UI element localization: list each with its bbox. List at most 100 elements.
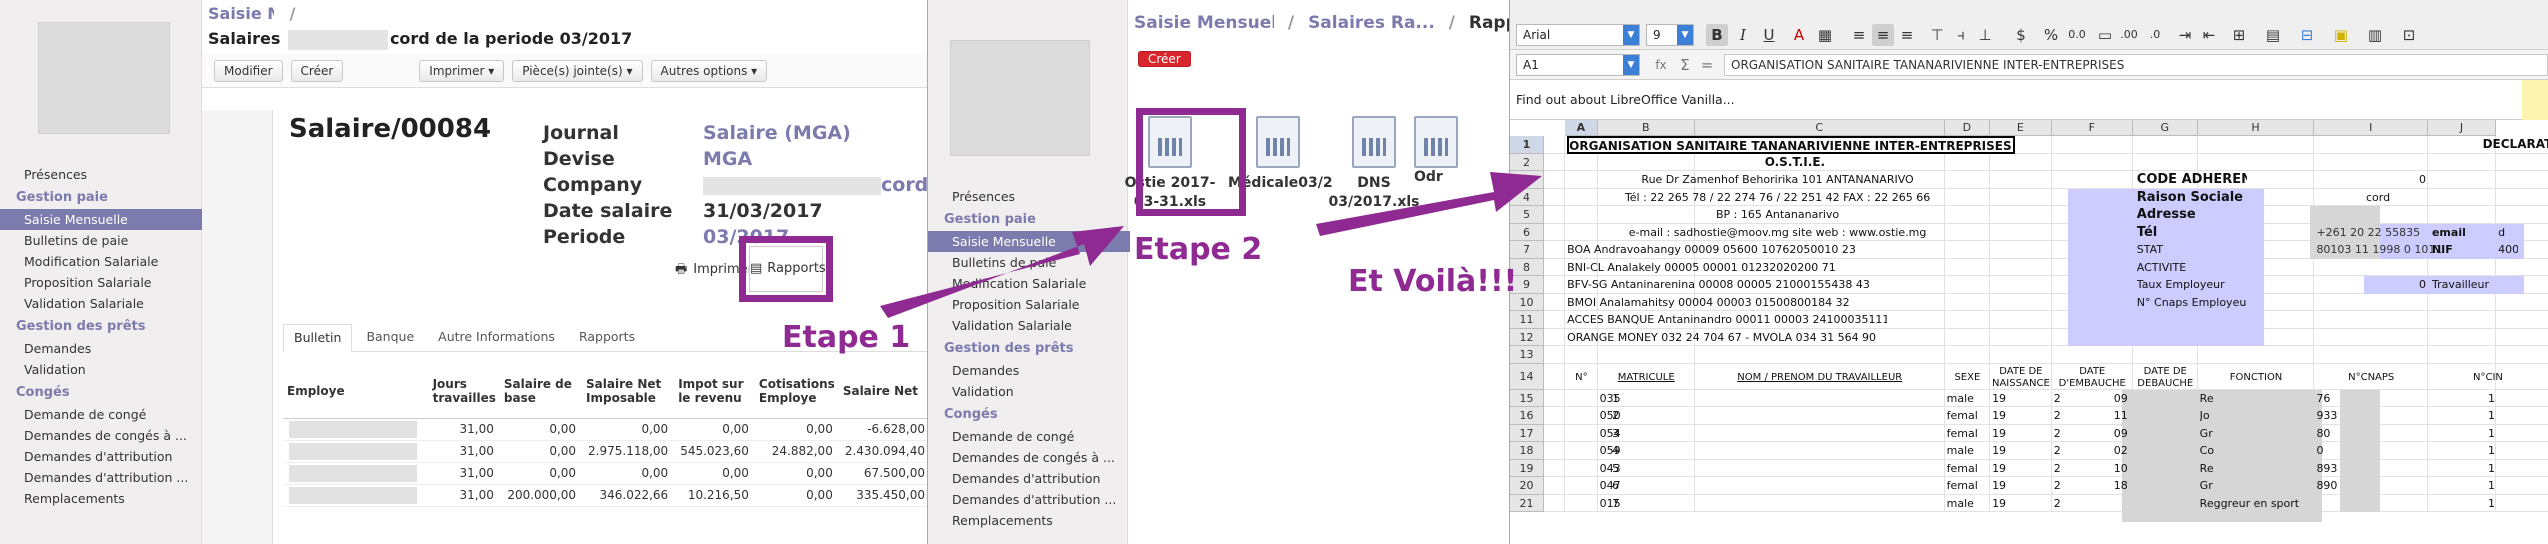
- cell-stat[interactable]: 80103 11 1998 0 10113: [2316, 241, 2444, 259]
- cell-naissance[interactable]: 19: [1992, 477, 2012, 495]
- info-bar-text[interactable]: Find out about LibreOffice Vanilla...: [1516, 92, 1735, 107]
- column-header-e[interactable]: E: [1990, 120, 2052, 136]
- cell-label-0[interactable]: CODE ADHERENT: [2137, 171, 2247, 189]
- sidebar-item-modification-salariale[interactable]: Modification Salariale: [928, 273, 1130, 294]
- align-right-icon[interactable]: ≡: [1896, 24, 1918, 46]
- cell-bank-0[interactable]: BOA Andravoahangy 00009 05600 1076205001…: [1567, 241, 1887, 259]
- border-style-icon[interactable]: ▤: [2262, 24, 2284, 46]
- cell-embauche-suffix[interactable]: [2114, 495, 2134, 513]
- cell-bank-4[interactable]: ACCES BANQUE Antaninandro 00011 00003 24…: [1567, 311, 1887, 329]
- cell-cin[interactable]: 1: [2488, 495, 2508, 513]
- chevron-down-icon[interactable]: ▼: [1623, 25, 1639, 45]
- table-header-7[interactable]: FONCTION: [2198, 365, 2315, 391]
- sidebar-item-demandes-d-attribution[interactable]: Demandes d'attribution ...: [928, 489, 1130, 510]
- sidebar-item-modification-salariale[interactable]: Modification Salariale: [0, 251, 202, 272]
- sidebar-item-saisie-mensuelle[interactable]: Saisie Mensuelle: [928, 231, 1130, 252]
- sidebar-item-bulletins-de-paie[interactable]: Bulletins de paie: [928, 252, 1130, 273]
- cell-address[interactable]: Rue Dr Zamenhof Behoririka 101 ANTANANAR…: [1618, 171, 1938, 189]
- cell-embauche[interactable]: 2: [2054, 425, 2066, 443]
- table-header-0[interactable]: N°: [1565, 365, 1597, 391]
- value-journal[interactable]: Salaire (MGA): [703, 120, 927, 146]
- function-wizard-icon[interactable]: fx: [1650, 54, 1672, 76]
- standard-format-icon[interactable]: ▭: [2094, 24, 2116, 46]
- cell-fonction[interactable]: Gr: [2200, 477, 2224, 495]
- cell-embauche[interactable]: 2: [2054, 477, 2066, 495]
- highlight-color-icon[interactable]: ▦: [1814, 24, 1836, 46]
- cell-embauche[interactable]: 2: [2054, 407, 2066, 425]
- row-header-4[interactable]: 4: [1510, 188, 1544, 206]
- cell-label-6[interactable]: Taux Employeur: [2137, 276, 2247, 294]
- sidebar-item-pr-sences[interactable]: Présences: [928, 186, 1130, 207]
- cell-cnaps[interactable]: 80: [2316, 425, 2346, 443]
- background-color-icon[interactable]: ▣: [2330, 24, 2352, 46]
- table-header-1[interactable]: MATRICULE: [1598, 365, 1695, 391]
- row-header-16[interactable]: 16: [1510, 407, 1544, 425]
- cell-cnaps[interactable]: 0: [2316, 442, 2346, 460]
- sidebar-item-remplacements[interactable]: Remplacements: [0, 488, 202, 509]
- table-row[interactable]: 31,00 0,00 2.975.118,00 545.023,60 24.882,00…: [283, 440, 927, 463]
- cell-fonction[interactable]: Re: [2200, 390, 2224, 408]
- cell-a1-title[interactable]: ORGANISATION SANITAIRE TANANARIVIENNE IN…: [1567, 136, 2016, 154]
- column-header-f[interactable]: F: [2051, 120, 2133, 136]
- row-header-7[interactable]: 7: [1510, 241, 1544, 259]
- formula-icon[interactable]: =: [1696, 54, 1718, 76]
- align-top-icon[interactable]: ⊤: [1926, 24, 1948, 46]
- column-header-d[interactable]: D: [1944, 120, 1991, 136]
- cell-naissance[interactable]: 19: [1992, 460, 2012, 478]
- cell-embauche[interactable]: 2: [2054, 495, 2066, 513]
- row-header-13[interactable]: 13: [1510, 346, 1544, 364]
- cell-label-3[interactable]: Tél: [2137, 224, 2247, 242]
- sidebar-item-proposition-salariale[interactable]: Proposition Salariale: [0, 272, 202, 293]
- tab-banque[interactable]: Banque: [356, 324, 424, 351]
- column-header-j[interactable]: J: [2427, 120, 2497, 136]
- row-header-12[interactable]: 12: [1510, 328, 1544, 346]
- borders-icon[interactable]: ⊞: [2228, 24, 2250, 46]
- sidebar-item-demande-de-cong[interactable]: Demande de congé: [0, 404, 202, 425]
- breadcrumb-salaires[interactable]: Salaires Ra...: [1308, 13, 1435, 33]
- cell-raison-sociale[interactable]: cord: [2366, 189, 2406, 207]
- cell-embauche[interactable]: 2: [2054, 460, 2066, 478]
- pieces-jointes-dropdown[interactable]: Pièce(s) jointe(s) ▾: [512, 59, 643, 82]
- bold-icon[interactable]: B: [1706, 24, 1728, 46]
- sidebar-item-demandes-d-attribution[interactable]: Demandes d'attribution: [0, 446, 202, 467]
- row-header-15[interactable]: 15: [1510, 389, 1544, 407]
- cell-nif-value[interactable]: 4000: [2498, 241, 2518, 259]
- cell-taux[interactable]: 0: [2414, 276, 2426, 294]
- employee-cell[interactable]: [283, 484, 429, 507]
- cell-bank-5[interactable]: ORANGE MONEY 032 24 704 67 - MVOLA 034 3…: [1567, 329, 1887, 347]
- tab-autre-informations[interactable]: Autre Informations: [428, 324, 565, 351]
- add-decimal-icon[interactable]: .00: [2118, 24, 2140, 46]
- tab-rapports[interactable]: Rapports: [569, 324, 645, 351]
- creer-button[interactable]: Créer: [290, 59, 344, 82]
- sidebar-item-demande-de-cong[interactable]: Demande de congé: [928, 426, 1130, 447]
- employee-cell[interactable]: [283, 440, 429, 463]
- table-header-6[interactable]: DATE DE DEBAUCHE: [2133, 365, 2198, 391]
- cell-label-4[interactable]: STAT: [2137, 241, 2247, 259]
- employee-cell[interactable]: [283, 462, 429, 485]
- merge-cells-icon[interactable]: ⊡: [2398, 24, 2420, 46]
- sidebar-item-remplacements[interactable]: Remplacements: [928, 510, 1130, 531]
- cell-label-1[interactable]: Raison Sociale: [2137, 189, 2247, 207]
- cell-email-value[interactable]: d: [2498, 224, 2518, 242]
- cell-cnaps[interactable]: [2316, 495, 2346, 513]
- cell-sexe[interactable]: male: [1947, 495, 1989, 513]
- sidebar-item-demandes-d-attribution[interactable]: Demandes d'attribution: [928, 468, 1130, 489]
- sidebar-item-validation[interactable]: Validation: [0, 359, 202, 380]
- cell-naissance[interactable]: 19: [1992, 442, 2012, 460]
- cell-matricule[interactable]: 047: [1600, 477, 1640, 495]
- sidebar-item-validation-salariale[interactable]: Validation Salariale: [0, 293, 202, 314]
- cell-fonction[interactable]: Gr: [2200, 425, 2224, 443]
- sidebar-item-bulletins-de-paie[interactable]: Bulletins de paie: [0, 230, 202, 251]
- chevron-down-icon[interactable]: ▼: [1623, 55, 1639, 75]
- cell-label-7[interactable]: N° Cnaps Employeur: [2137, 294, 2247, 312]
- cell-cin[interactable]: 1: [2488, 425, 2508, 443]
- cell-matricule[interactable]: 015: [1600, 495, 1640, 513]
- cell-embauche[interactable]: 2: [2054, 390, 2066, 408]
- value-devise[interactable]: MGA: [703, 146, 927, 172]
- sidebar-item-demandes[interactable]: Demandes: [0, 338, 202, 359]
- cell-sexe[interactable]: femal: [1947, 407, 1989, 425]
- imprimer-dropdown[interactable]: Imprimer ▾: [419, 59, 505, 82]
- sidebar-item-proposition-salariale[interactable]: Proposition Salariale: [928, 294, 1130, 315]
- modifier-button[interactable]: Modifier: [214, 59, 283, 82]
- value-company[interactable]: cord: [703, 172, 927, 198]
